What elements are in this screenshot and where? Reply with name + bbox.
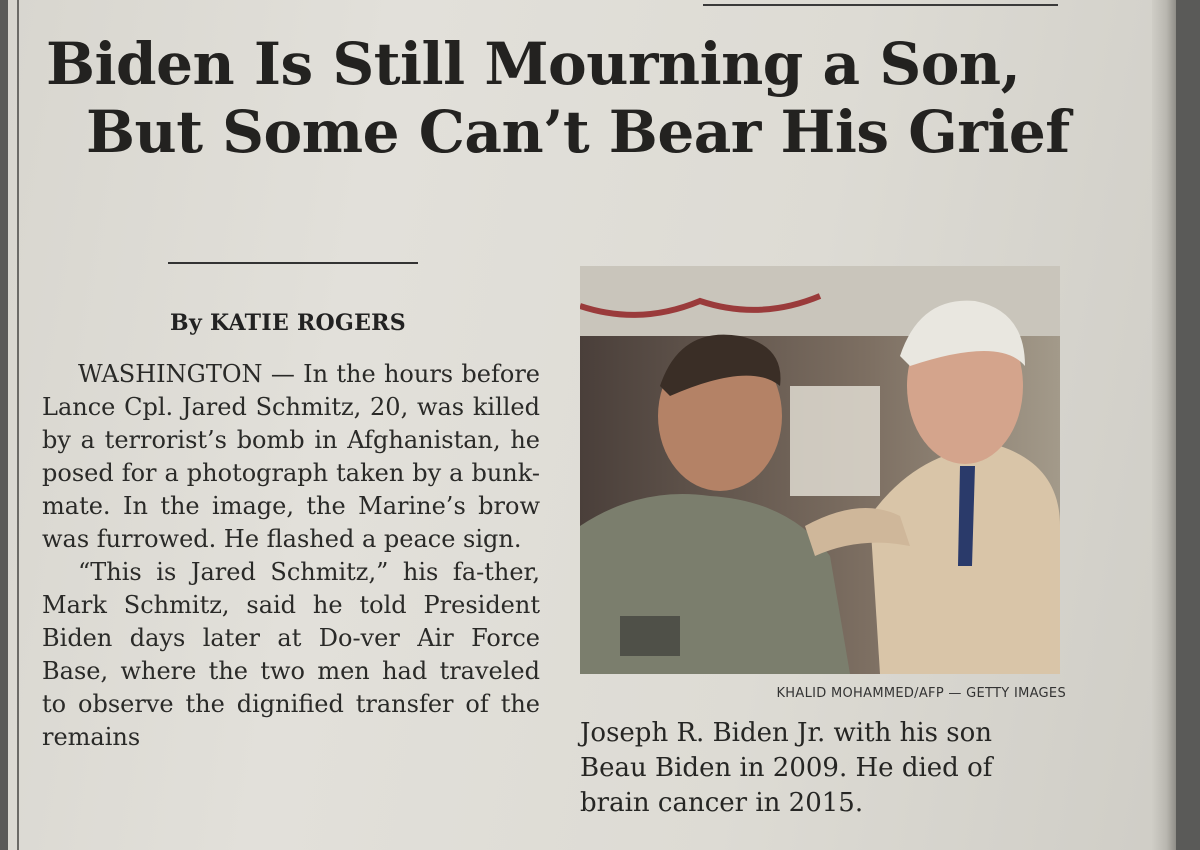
headline: Biden Is Still Mourning a Son, But Some … bbox=[46, 30, 1070, 166]
news-photo bbox=[580, 266, 1060, 674]
headline-line-2: But Some Can’t Bear His Grief bbox=[86, 98, 1070, 166]
column-rule-left bbox=[17, 0, 19, 850]
article-paragraph: “This is Jared Schmitz,” his fa-ther, Ma… bbox=[42, 558, 540, 751]
byline: By KATIE ROGERS bbox=[170, 310, 406, 336]
headline-divider bbox=[168, 262, 418, 264]
photo-caption: Joseph R. Biden Jr. with his son Beau Bi… bbox=[580, 718, 993, 818]
photo-illustration bbox=[580, 266, 1060, 674]
newspaper-page: Biden Is Still Mourning a Son, But Some … bbox=[8, 0, 1176, 850]
top-rule bbox=[703, 4, 1058, 6]
article-body: WASHINGTON — In the hours before Lance C… bbox=[42, 358, 540, 754]
paper-edge bbox=[1152, 0, 1176, 850]
headline-line-1: Biden Is Still Mourning a Son, bbox=[46, 30, 1021, 98]
photo-credit: KHALID MOHAMMED/AFP — GETTY IMAGES bbox=[776, 686, 1066, 701]
article-paragraph: WASHINGTON — In the hours before Lance C… bbox=[42, 360, 540, 553]
